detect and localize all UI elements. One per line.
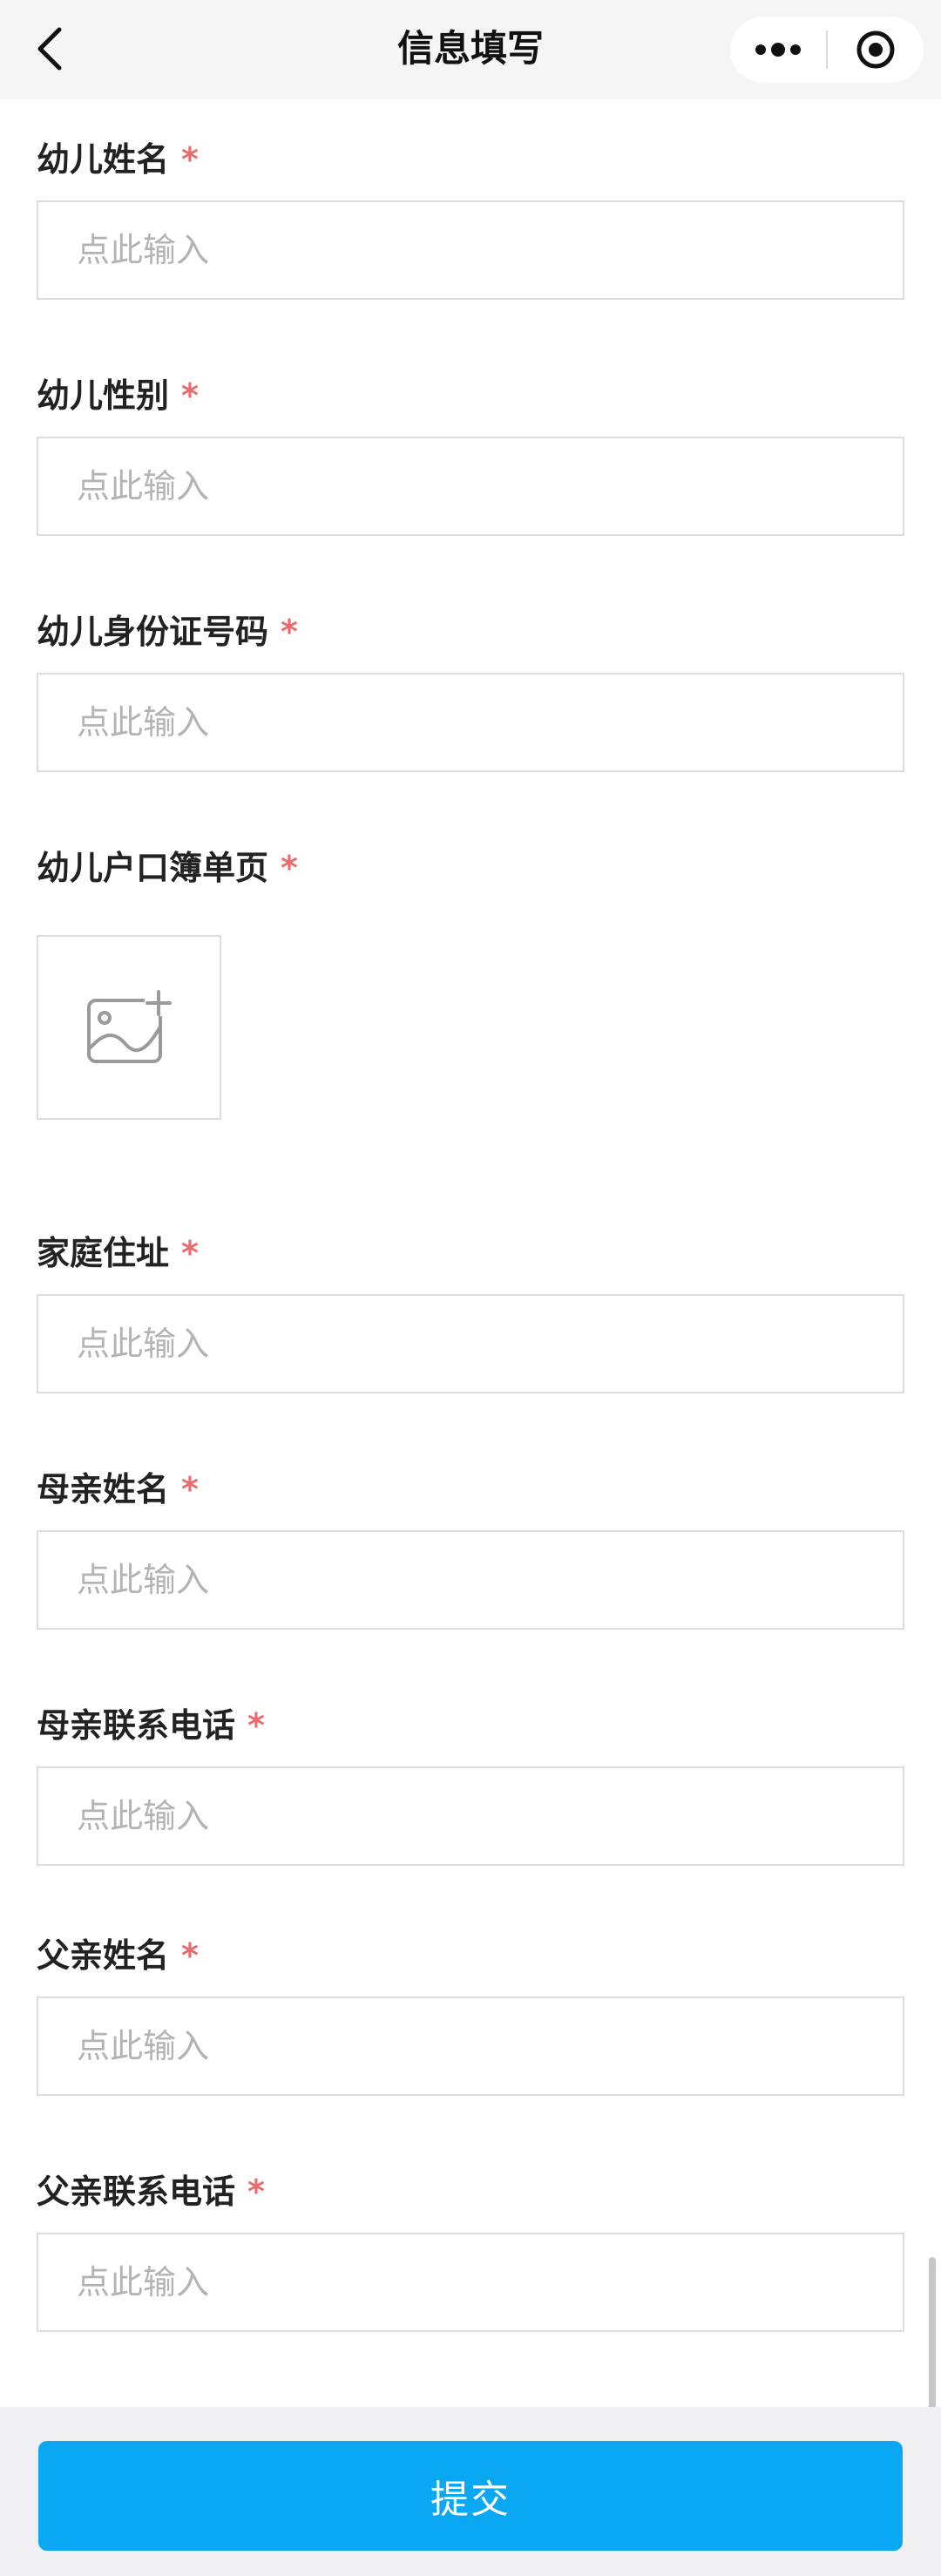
home-address-label-text: 家庭住址 bbox=[37, 1234, 170, 1272]
required-mark: * bbox=[247, 1706, 265, 1745]
required-mark: * bbox=[281, 849, 298, 887]
household-register-label: 幼儿户口簿单页 * bbox=[37, 842, 298, 894]
required-mark: * bbox=[181, 376, 199, 415]
more-dots-icon bbox=[755, 43, 801, 57]
add-image-icon bbox=[87, 990, 173, 1063]
form-page: 信息填写 幼儿姓名 * 幼儿性别 * bbox=[0, 0, 941, 2576]
required-mark: * bbox=[181, 1234, 199, 1272]
father-name-label-text: 父亲姓名 bbox=[37, 1936, 170, 1975]
required-mark: * bbox=[181, 1936, 199, 1975]
target-close-icon bbox=[856, 31, 895, 69]
child-gender-label-text: 幼儿性别 bbox=[37, 376, 170, 415]
back-arrow-icon bbox=[37, 27, 62, 71]
mother-name-input[interactable] bbox=[37, 1530, 904, 1630]
child-gender-input[interactable] bbox=[37, 437, 904, 536]
nav-bar: 信息填写 bbox=[0, 0, 941, 99]
home-address-input[interactable] bbox=[37, 1294, 904, 1393]
mother-name-label: 母亲姓名 * bbox=[37, 1463, 199, 1515]
required-mark: * bbox=[247, 2173, 265, 2211]
father-phone-label-text: 父亲联系电话 bbox=[37, 2173, 236, 2211]
required-mark: * bbox=[181, 140, 199, 179]
mini-program-capsule bbox=[730, 17, 924, 83]
household-register-upload-button[interactable] bbox=[37, 935, 221, 1120]
required-mark: * bbox=[181, 1470, 199, 1508]
close-button[interactable] bbox=[828, 17, 924, 83]
child-name-label: 幼儿姓名 * bbox=[37, 133, 199, 186]
mother-phone-label: 母亲联系电话 * bbox=[37, 1699, 265, 1752]
mother-name-label-text: 母亲姓名 bbox=[37, 1470, 170, 1508]
father-phone-input[interactable] bbox=[37, 2233, 904, 2332]
household-register-label-text: 幼儿户口簿单页 bbox=[37, 849, 269, 887]
mother-phone-label-text: 母亲联系电话 bbox=[37, 1706, 236, 1745]
child-id-number-label: 幼儿身份证号码 * bbox=[37, 606, 298, 658]
child-name-input[interactable] bbox=[37, 200, 904, 300]
father-name-label: 父亲姓名 * bbox=[37, 1929, 199, 1982]
mother-phone-input[interactable] bbox=[37, 1766, 904, 1866]
child-gender-label: 幼儿性别 * bbox=[37, 369, 199, 422]
child-id-number-input[interactable] bbox=[37, 673, 904, 772]
father-phone-label: 父亲联系电话 * bbox=[37, 2166, 265, 2218]
child-id-number-label-text: 幼儿身份证号码 bbox=[37, 613, 269, 651]
home-address-label: 家庭住址 * bbox=[37, 1227, 199, 1279]
father-name-input[interactable] bbox=[37, 1996, 904, 2096]
back-button[interactable] bbox=[26, 24, 75, 73]
submit-button[interactable]: 提交 bbox=[38, 2441, 903, 2551]
required-mark: * bbox=[281, 613, 298, 651]
child-name-label-text: 幼儿姓名 bbox=[37, 140, 170, 179]
more-button[interactable] bbox=[730, 17, 826, 83]
